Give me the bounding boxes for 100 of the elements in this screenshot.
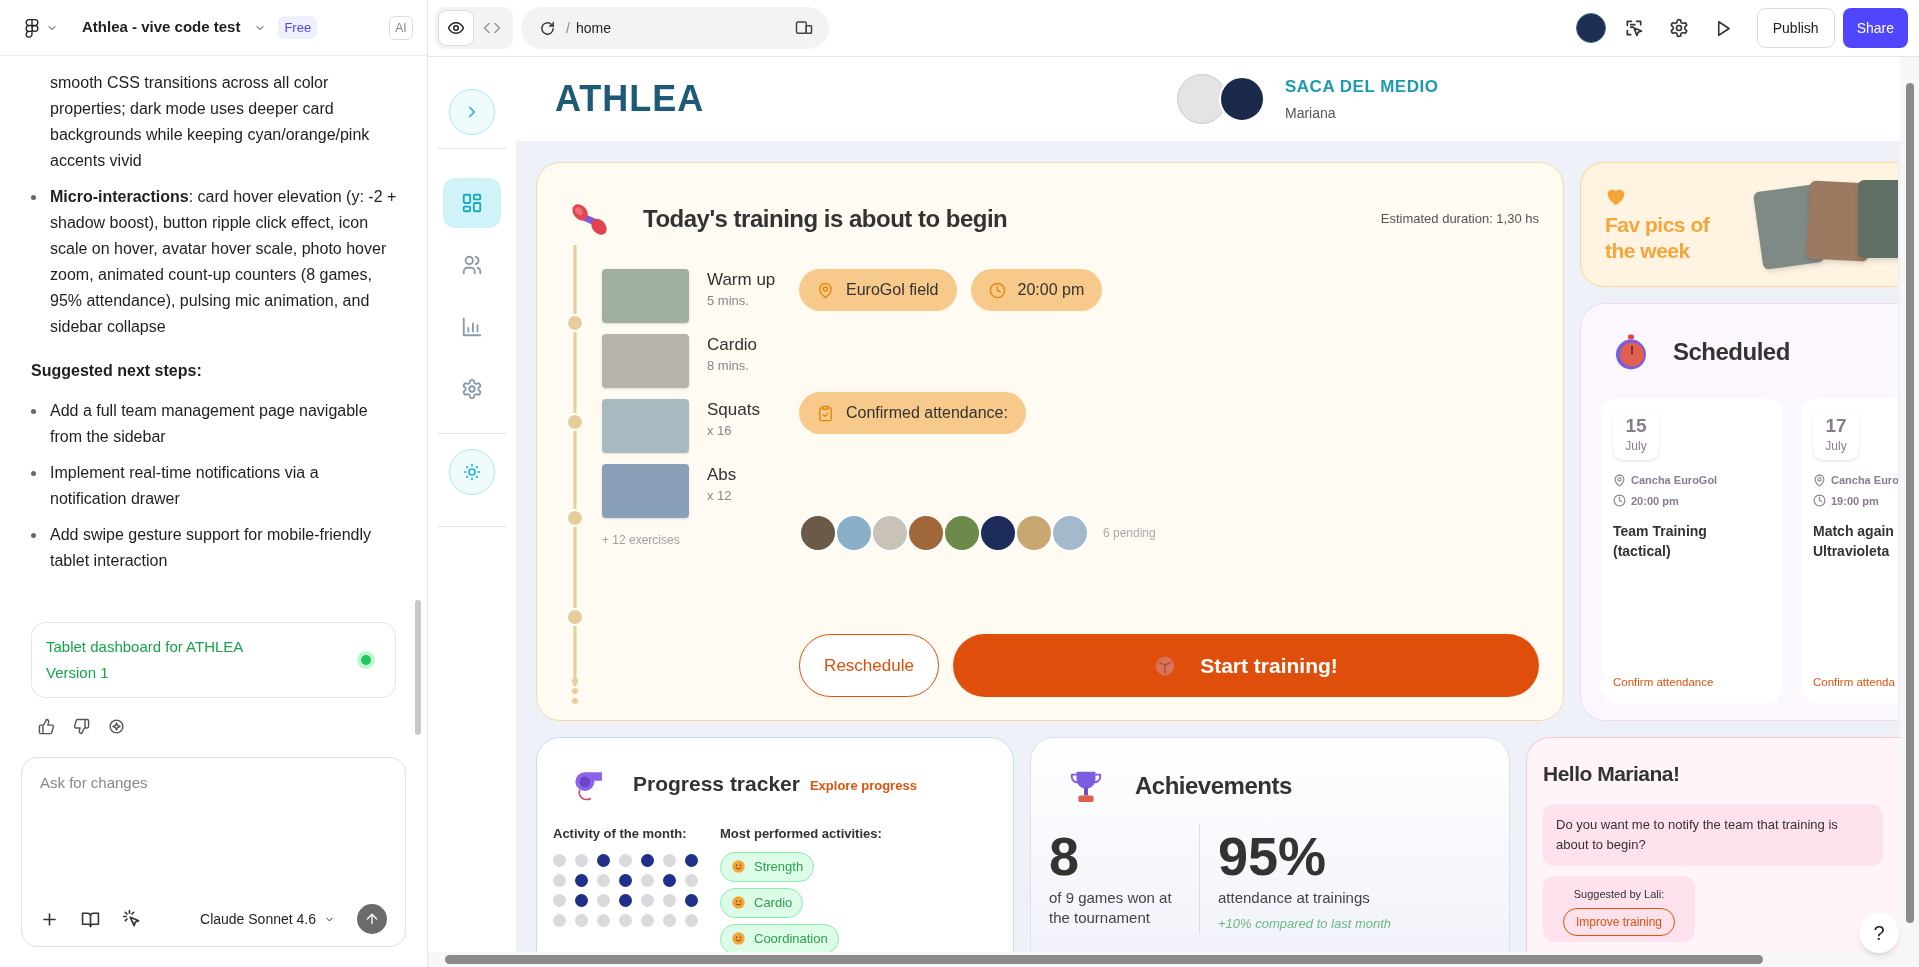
- reschedule-button[interactable]: Reschedule: [799, 634, 939, 697]
- card-title: Achievements: [1135, 771, 1292, 801]
- attendee-avatar: [799, 514, 837, 552]
- settings-icon: [461, 378, 483, 400]
- clock-icon: [988, 281, 1006, 299]
- event-place: Cancha Euro: [1831, 473, 1898, 488]
- chat-list-item: Add swipe gesture support for mobile-friendly tablet interaction: [50, 525, 373, 571]
- map-pin-icon: [1613, 473, 1626, 487]
- user-avatar[interactable]: [1575, 13, 1606, 43]
- team-name: SACA DEL MEDIO: [1285, 75, 1439, 98]
- event-month: July: [1825, 438, 1847, 455]
- event-title: Team Training (tactical): [1613, 522, 1707, 561]
- attendee-avatar: [1015, 514, 1053, 552]
- grid-icon: [461, 192, 483, 214]
- smiley-icon: [731, 931, 746, 946]
- user-name: Mariana: [1285, 104, 1337, 124]
- attendee-avatar: [1051, 514, 1089, 552]
- explore-progress-link[interactable]: Explore progress: [809, 776, 917, 796]
- activity-tag: Strength: [720, 851, 815, 882]
- eye-icon: [447, 19, 465, 37]
- thumbs-up-icon[interactable]: [38, 718, 55, 735]
- assistant-message: Do you want me to notify the team that training is about to begin?: [1543, 803, 1883, 866]
- attendee-avatar: [907, 514, 945, 552]
- version-label: Version 1: [46, 663, 110, 683]
- comparison-note: +10% compared to last month: [1218, 915, 1392, 933]
- share-button[interactable]: Share: [1842, 8, 1908, 48]
- path-text: home: [575, 18, 611, 38]
- chat-heading: Suggested next steps:: [31, 361, 203, 381]
- pending-count: 6 pending: [1103, 525, 1156, 542]
- activity-tag: Cardio: [720, 887, 804, 918]
- bullet-marker: [31, 195, 36, 200]
- cursor-icon[interactable]: [122, 909, 142, 929]
- event-time: 19:00 pm: [1831, 493, 1879, 509]
- stat-label: attendance at trainings: [1218, 888, 1371, 908]
- confirm-attendance-link[interactable]: Confirm attendance: [1613, 673, 1714, 691]
- smiley-icon: [731, 895, 746, 910]
- sidebar-nav-item[interactable]: [443, 178, 501, 228]
- card-title: Today's training is about to begin: [643, 204, 1008, 234]
- device-icon[interactable]: [795, 19, 813, 37]
- exercise-name: Squats: [707, 399, 760, 421]
- scrollbar-thumb[interactable]: [415, 600, 421, 735]
- attendee-avatar: [871, 514, 909, 552]
- card-title: Progress tracker: [633, 771, 800, 798]
- bullet-marker: [31, 471, 36, 476]
- confirm-attendance-link[interactable]: Confirm attenda: [1813, 673, 1895, 691]
- settings-icon[interactable]: [1668, 18, 1689, 38]
- activity-tag: Coordination: [720, 923, 839, 954]
- path-separator: /: [566, 18, 570, 38]
- theme-toggle-button[interactable]: [449, 449, 495, 495]
- app-logo: ATHLEA: [555, 78, 705, 119]
- scrollbar-thumb[interactable]: [445, 955, 1763, 964]
- event-title: Match again Ultravioleta: [1813, 522, 1894, 561]
- event-day: 15: [1625, 415, 1647, 437]
- attendance-chip: Confirmed attendance:: [799, 392, 1026, 434]
- exercise-name: Warm up: [707, 269, 776, 291]
- clock-icon: [1613, 494, 1626, 508]
- event-time: 20:00 pm: [1631, 493, 1679, 509]
- users-icon: [461, 254, 483, 276]
- section-label: Activity of the month:: [553, 825, 688, 843]
- attendee-avatar: [943, 514, 981, 552]
- publish-button[interactable]: Publish: [1756, 8, 1835, 48]
- exercise-detail: 5 mins.: [707, 292, 750, 310]
- book-icon[interactable]: [81, 909, 100, 929]
- prompt-input[interactable]: Ask for changes Claude Sonnet 4.6: [21, 757, 406, 947]
- project-title: Athlea - vive code test: [82, 17, 241, 38]
- ball-icon: [1154, 654, 1177, 677]
- chat-list-item: Micro-interactions: card hover elevation (y: -2 + shadow boost), button ripple click effect, icon scale on hover, avatar hover scale, photo hover zoom, animated count-up counters (8 games, 95% attendance), pulsing mic animation, and sidebar collapse: [50, 187, 398, 337]
- thumbs-down-icon[interactable]: [73, 718, 90, 735]
- duration-text: Estimated duration: 1,30 hs: [1380, 210, 1539, 229]
- info-chip: 20:00 pm: [970, 269, 1103, 311]
- scrollbar-thumb[interactable]: [1905, 83, 1914, 923]
- plan-badge: Free: [278, 15, 318, 40]
- sparkle-icon[interactable]: [108, 718, 125, 735]
- bullet-marker: [31, 533, 36, 538]
- ai-button[interactable]: AI: [389, 15, 413, 40]
- stat-value: 8: [1049, 825, 1081, 888]
- chat-paragraph: smooth CSS transitions across all color properties; dark mode uses deeper card backgrounds while keeping cyan/orange/pink accents vivid: [49, 73, 371, 171]
- suggestion-label: Suggested by Lali:: [1573, 886, 1665, 902]
- stopwatch-icon: [1613, 332, 1649, 372]
- arrow-up-icon: [364, 911, 380, 927]
- map-pin-icon: [1813, 473, 1826, 487]
- smiley-icon: [731, 859, 746, 874]
- exercise-detail: 8 mins.: [707, 357, 750, 375]
- preview-tab[interactable]: [438, 10, 474, 46]
- event-place: Cancha EuroGol: [1631, 473, 1718, 488]
- version-card[interactable]: Tablet dashboard for ATHLEA Version 1: [31, 622, 396, 698]
- event-day: 17: [1825, 415, 1847, 437]
- exercise-name: Abs: [707, 464, 737, 486]
- bullet-marker: [31, 409, 36, 414]
- clipboard-check-icon: [817, 404, 834, 422]
- stat-label: of 9 games won at the tournament: [1049, 888, 1173, 928]
- start-training-button[interactable]: Start training!: [953, 634, 1539, 697]
- sun-icon: [463, 463, 481, 481]
- reload-icon[interactable]: [539, 19, 556, 37]
- send-button[interactable]: [357, 904, 387, 934]
- section-label: Most performed activities:: [720, 825, 883, 843]
- model-dropdown[interactable]: Claude Sonnet 4.6: [200, 908, 335, 930]
- attendee-avatar: [979, 514, 1017, 552]
- map-pin-icon: [817, 281, 834, 299]
- more-exercises: + 12 exercises: [602, 532, 681, 549]
